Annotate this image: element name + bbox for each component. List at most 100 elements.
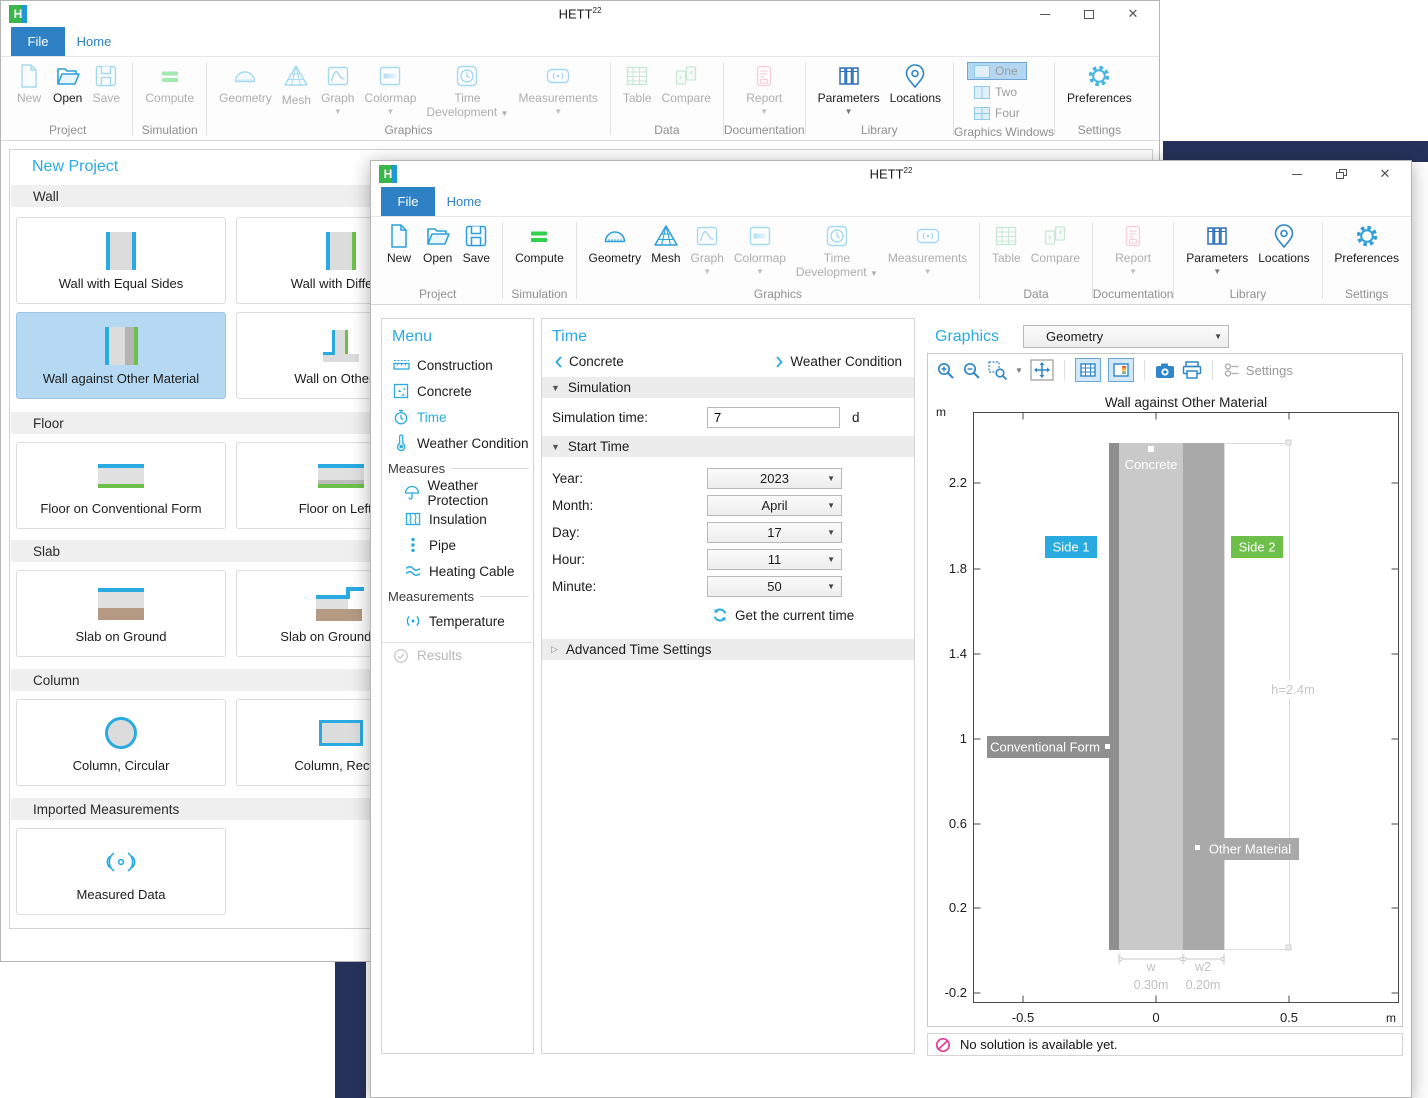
ribbon-group-documentation: Report▼ Documentation [724,57,805,140]
title-bar: H HETT22 ✕ [1,1,1159,27]
snapshot-button[interactable] [1155,362,1175,379]
new-button[interactable]: New [10,62,48,106]
compute-button[interactable]: Compute [510,222,569,266]
conventional-form-label: Conventional Form [990,740,1100,755]
menu-item-insulation[interactable]: Insulation [382,506,533,532]
close-button[interactable]: ✕ [1363,161,1407,187]
table-button[interactable]: Table [618,62,657,106]
minute-dropdown[interactable]: 50▼ [707,576,842,597]
umbrella-icon [404,485,420,501]
graphics-windows-one[interactable]: One [967,62,1027,80]
minimize-button[interactable] [1275,161,1319,187]
compute-button[interactable]: Compute [140,62,199,106]
card-floor-conventional-form[interactable]: Floor on Conventional Form [16,442,226,529]
table-button[interactable]: Table [987,222,1026,266]
section-start-time[interactable]: ▼Start Time [542,436,914,457]
graphics-view-dropdown[interactable]: Geometry▼ [1023,325,1229,348]
tab-home[interactable]: Home [435,187,493,216]
menu-item-time[interactable]: Time [382,404,533,430]
zoom-region-button[interactable] [988,361,1008,380]
month-label: Month: [552,498,707,513]
mesh-button[interactable]: Mesh [277,62,316,108]
tab-home[interactable]: Home [65,27,123,56]
chevron-down-icon[interactable]: ▼ [1015,366,1023,375]
zoom-out-button[interactable] [962,361,981,380]
print-button[interactable] [1182,361,1202,379]
compare-button[interactable]: Compare [657,62,716,106]
new-file-icon [15,62,43,90]
section-simulation[interactable]: ▼Simulation [542,377,914,398]
maximize-button[interactable] [1067,1,1111,27]
graph-button[interactable]: Graph▼ [316,62,359,116]
menu-panel: Menu Construction Concrete Time Weather … [381,318,534,1054]
year-dropdown[interactable]: 2023▼ [707,468,842,489]
graph-button[interactable]: Graph▼ [686,222,729,276]
nav-next-weather-condition[interactable]: Weather Condition [775,354,902,369]
geometry-plot[interactable]: Wall against Other Material m 2.2 1.8 1.… [928,382,1402,1026]
colormap-button[interactable]: Colormap▼ [359,62,421,116]
card-wall-against-other-material[interactable]: Wall against Other Material [16,312,226,399]
ribbon-group-simulation: Compute Simulation [133,57,206,140]
simulation-time-input[interactable] [707,407,840,428]
menu-item-heating-cable[interactable]: Heating Cable [382,558,533,584]
parameters-button[interactable]: Parameters▼ [1181,222,1253,276]
nav-previous-concrete[interactable]: Concrete [554,354,624,369]
locations-button[interactable]: Locations [885,62,946,106]
colorbar-toggle-button[interactable] [1108,358,1134,382]
card-slab-on-ground[interactable]: Slab on Ground [16,570,226,657]
section-advanced-time-settings[interactable]: ▷Advanced Time Settings [542,639,914,660]
preferences-button[interactable]: Preferences [1329,222,1404,266]
restore-button[interactable] [1319,161,1363,187]
close-button[interactable]: ✕ [1111,1,1155,27]
geometry-button[interactable]: Geometry [214,62,277,106]
zoom-in-button[interactable] [936,361,955,380]
card-wall-equal-sides[interactable]: Wall with Equal Sides [16,217,226,304]
menu-item-pipe[interactable]: Pipe [382,532,533,558]
menu-item-results[interactable]: Results [382,642,533,668]
month-dropdown[interactable]: April▼ [707,495,842,516]
graphics-windows-four[interactable]: Four [967,104,1027,122]
plot-settings-button[interactable]: Settings [1223,362,1293,378]
tab-file[interactable]: File [381,187,435,216]
card-measured-data[interactable]: Measured Data [16,828,226,915]
minimize-button[interactable] [1023,1,1067,27]
protractor-icon [231,62,259,90]
clock-icon [453,62,481,90]
get-current-time-button[interactable]: Get the current time [712,603,914,627]
time-development-button[interactable]: TimeDevelopment ▼ [791,222,883,280]
card-column-circular[interactable]: Column, Circular [16,699,226,786]
tab-file[interactable]: File [11,27,65,56]
report-button[interactable]: Report▼ [741,62,787,116]
grid-toggle-button[interactable] [1075,358,1101,382]
geometry-button[interactable]: Geometry [584,222,647,266]
colormap-button[interactable]: Colormap▼ [729,222,791,276]
menu-item-concrete[interactable]: Concrete [382,378,533,404]
time-development-button[interactable]: TimeDevelopment ▼ [421,62,513,120]
report-button[interactable]: Report▼ [1110,222,1156,276]
day-dropdown[interactable]: 17▼ [707,522,842,543]
open-button[interactable]: Open [48,62,87,106]
parameters-button[interactable]: Parameters▼ [813,62,885,116]
hour-dropdown[interactable]: 11▼ [707,549,842,570]
compare-button[interactable]: Compare [1026,222,1085,266]
floor-left-icon [318,456,364,496]
time-title: Time [542,319,914,348]
menu-item-weather-protection[interactable]: Weather Protection [382,480,533,506]
save-button[interactable]: Save [457,222,495,266]
mesh-button[interactable]: Mesh [646,222,685,266]
open-folder-icon [424,222,452,250]
graphics-windows-two[interactable]: Two [967,83,1027,101]
save-button[interactable]: Save [87,62,125,106]
preferences-button[interactable]: Preferences [1062,62,1137,106]
x-tick-labels: -0.5 0 0.5 [1012,1010,1298,1025]
menu-item-temperature[interactable]: Temperature [382,608,533,634]
measurements-button[interactable]: Measurements▼ [513,62,602,116]
new-button[interactable]: New [380,222,418,266]
status-text: No solution is available yet. [960,1037,1118,1052]
open-button[interactable]: Open [418,222,457,266]
zoom-extents-button[interactable] [1030,359,1054,381]
locations-button[interactable]: Locations [1253,222,1314,266]
menu-item-construction[interactable]: Construction [382,352,533,378]
menu-item-weather-condition[interactable]: Weather Condition [382,430,533,456]
measurements-button[interactable]: Measurements▼ [883,222,972,276]
